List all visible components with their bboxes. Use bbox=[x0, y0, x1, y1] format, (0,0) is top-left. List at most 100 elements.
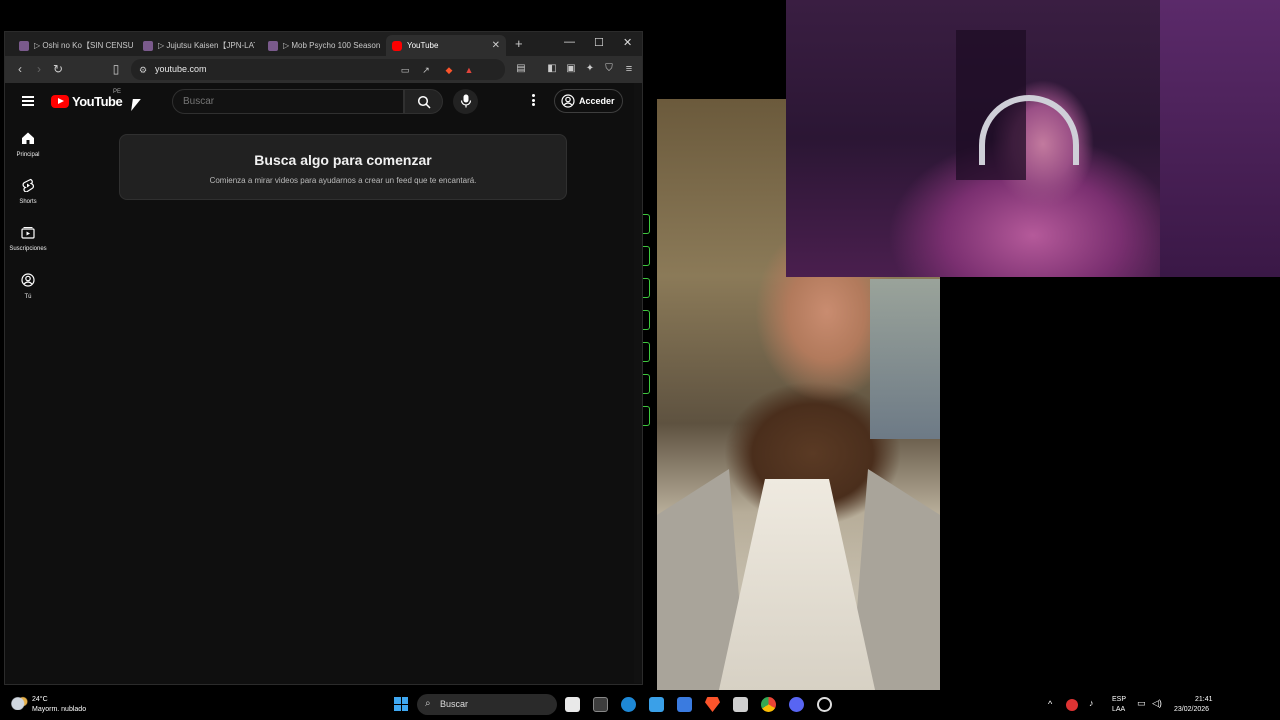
chrome-icon[interactable] bbox=[761, 697, 776, 712]
site-info-icon[interactable]: ⚙ bbox=[136, 63, 150, 77]
start-button[interactable] bbox=[394, 697, 408, 711]
sidebar-item-you[interactable]: Tú bbox=[5, 273, 51, 300]
language-line2[interactable]: LAA bbox=[1112, 705, 1125, 714]
settings-gear-icon[interactable] bbox=[817, 697, 832, 712]
clock-time[interactable]: 21:41 bbox=[1195, 695, 1213, 704]
cast-icon[interactable]: ▭ bbox=[398, 63, 412, 77]
tray-app-icon[interactable] bbox=[1066, 699, 1078, 711]
reader-icon[interactable]: ▤ bbox=[514, 62, 528, 76]
empty-feed-prompt: Busca algo para comenzar Comienza a mira… bbox=[119, 134, 567, 200]
terminal-icon[interactable] bbox=[593, 697, 608, 712]
share-icon[interactable]: ↗ bbox=[419, 63, 433, 77]
home-icon bbox=[22, 132, 34, 144]
volume-icon[interactable]: ◁) bbox=[1152, 699, 1162, 708]
sidebar-item-label: Shorts bbox=[19, 199, 37, 205]
green-marker bbox=[643, 406, 650, 426]
url-text: youtube.com bbox=[155, 64, 207, 74]
country-code: PE bbox=[113, 89, 122, 95]
page-scrollbar[interactable] bbox=[634, 83, 642, 683]
address-bar[interactable]: ⚙ youtube.com ▭ ↗ ◆ ▲ bbox=[131, 59, 505, 80]
menu-icon[interactable]: ≡ bbox=[622, 62, 636, 76]
maximize-button[interactable]: ☐ bbox=[594, 36, 604, 49]
forward-icon[interactable]: › bbox=[32, 62, 46, 76]
new-tab-button[interactable]: + bbox=[515, 36, 523, 51]
tab-oshi-no-ko[interactable]: ▷ Oshi no Ko【SIN CENSU bbox=[13, 35, 133, 56]
anime-site-icon bbox=[268, 40, 278, 51]
tab-jujutsu-kaisen[interactable]: ▷ Jujutsu Kaisen【JPN-LAT bbox=[137, 35, 255, 56]
weather-cloud-icon[interactable] bbox=[11, 696, 28, 710]
browser-window: ▷ Oshi no Ko【SIN CENSU ▷ Jujutsu Kaisen【… bbox=[4, 31, 643, 685]
sidebar-icon[interactable]: ◧ bbox=[545, 62, 559, 76]
anime-site-icon bbox=[19, 40, 29, 51]
signin-button[interactable]: Acceder bbox=[554, 89, 623, 113]
calculator-icon[interactable] bbox=[733, 697, 748, 712]
tab-youtube[interactable]: YouTube ✕ bbox=[386, 35, 506, 56]
edge-icon[interactable] bbox=[621, 697, 636, 712]
green-marker bbox=[643, 310, 650, 330]
brave-shield-icon[interactable]: ◆ bbox=[442, 63, 456, 77]
sidebar-item-subscriptions[interactable]: Suscripciones bbox=[5, 225, 51, 252]
guide-menu-icon[interactable] bbox=[22, 96, 34, 106]
subscriptions-icon bbox=[21, 227, 35, 239]
tray-overflow-icon[interactable]: ^ bbox=[1048, 700, 1052, 709]
sidebar-item-shorts[interactable]: Shorts bbox=[5, 178, 51, 205]
tab-mob-psycho[interactable]: ▷ Mob Psycho 100 Season bbox=[262, 35, 380, 56]
search-button[interactable] bbox=[404, 89, 443, 114]
youtube-favicon-icon bbox=[392, 40, 402, 51]
language-line1[interactable]: ESP bbox=[1112, 695, 1126, 704]
taskbar-search-label: Buscar bbox=[440, 699, 469, 709]
weather-description[interactable]: Mayorm. nublado bbox=[32, 705, 86, 714]
notepad-icon[interactable] bbox=[649, 697, 664, 712]
search-box[interactable] bbox=[172, 89, 404, 114]
back-icon[interactable]: ‹ bbox=[13, 62, 27, 76]
vpn-shield-icon[interactable]: ⛉ bbox=[602, 62, 616, 76]
taskbar-search[interactable]: ⌕ Buscar bbox=[417, 694, 557, 715]
brave-rewards-icon[interactable]: ▲ bbox=[462, 63, 476, 77]
tab-title: ▷ Mob Psycho 100 Season bbox=[283, 41, 380, 50]
settings-more-icon[interactable] bbox=[532, 94, 536, 108]
sidebar-item-home[interactable]: Principal bbox=[5, 131, 51, 158]
sidebar-item-label: Tú bbox=[24, 294, 32, 300]
green-marker bbox=[643, 374, 650, 394]
youtube-play-icon bbox=[51, 95, 69, 108]
network-icon[interactable]: ▭ bbox=[1137, 699, 1146, 708]
desktop-screen: ▷ Oshi no Ko【SIN CENSU ▷ Jujutsu Kaisen【… bbox=[0, 0, 1280, 720]
task-view-icon[interactable] bbox=[565, 697, 580, 712]
microphone-icon bbox=[460, 94, 472, 108]
wallet-icon[interactable]: ▣ bbox=[564, 62, 578, 76]
green-marker bbox=[643, 342, 650, 362]
youtube-logo[interactable]: YouTube PE bbox=[51, 89, 123, 109]
shorts-icon bbox=[22, 178, 34, 193]
search-icon bbox=[417, 95, 431, 109]
discord-icon[interactable] bbox=[789, 697, 804, 712]
tab-close-icon[interactable]: ✕ bbox=[492, 40, 500, 51]
sidebar-item-label: Principal bbox=[16, 152, 40, 158]
mouse-cursor-icon bbox=[131, 99, 141, 111]
background-person bbox=[870, 279, 940, 439]
close-window-button[interactable]: ✕ bbox=[623, 36, 632, 49]
you-icon bbox=[21, 273, 35, 287]
browser-toolbar: ‹ › ↻ ▯ ⚙ youtube.com ▭ ↗ ◆ ▲ ▤ ◧ ▣ ✦ ⛉ … bbox=[5, 56, 642, 83]
weather-temperature[interactable]: 24°C bbox=[32, 695, 48, 704]
clock-date[interactable]: 23/02/2026 bbox=[1174, 705, 1209, 714]
minimize-button[interactable]: — bbox=[564, 36, 575, 48]
bookmark-icon[interactable]: ▯ bbox=[109, 62, 123, 76]
leo-ai-icon[interactable]: ✦ bbox=[583, 62, 597, 76]
search-input[interactable] bbox=[183, 96, 383, 107]
youtube-wordmark: YouTube bbox=[72, 94, 123, 109]
windows-taskbar bbox=[0, 690, 1280, 720]
green-marker bbox=[643, 214, 650, 234]
green-marker bbox=[643, 246, 650, 266]
white-shirt bbox=[717, 479, 877, 690]
background-wall bbox=[1160, 0, 1280, 277]
prompt-subtitle: Comienza a mirar videos para ayudarnos a… bbox=[209, 176, 477, 185]
reload-icon[interactable]: ↻ bbox=[51, 62, 65, 76]
tab-title: ▷ Oshi no Ko【SIN CENSU bbox=[34, 41, 133, 50]
signin-label: Acceder bbox=[579, 96, 615, 106]
store-icon[interactable] bbox=[677, 697, 692, 712]
voice-search-button[interactable] bbox=[453, 89, 478, 114]
search-icon: ⌕ bbox=[425, 698, 431, 709]
microphone-icon[interactable]: ♪ bbox=[1089, 699, 1094, 708]
account-circle-icon bbox=[561, 94, 575, 108]
green-marker bbox=[643, 278, 650, 298]
